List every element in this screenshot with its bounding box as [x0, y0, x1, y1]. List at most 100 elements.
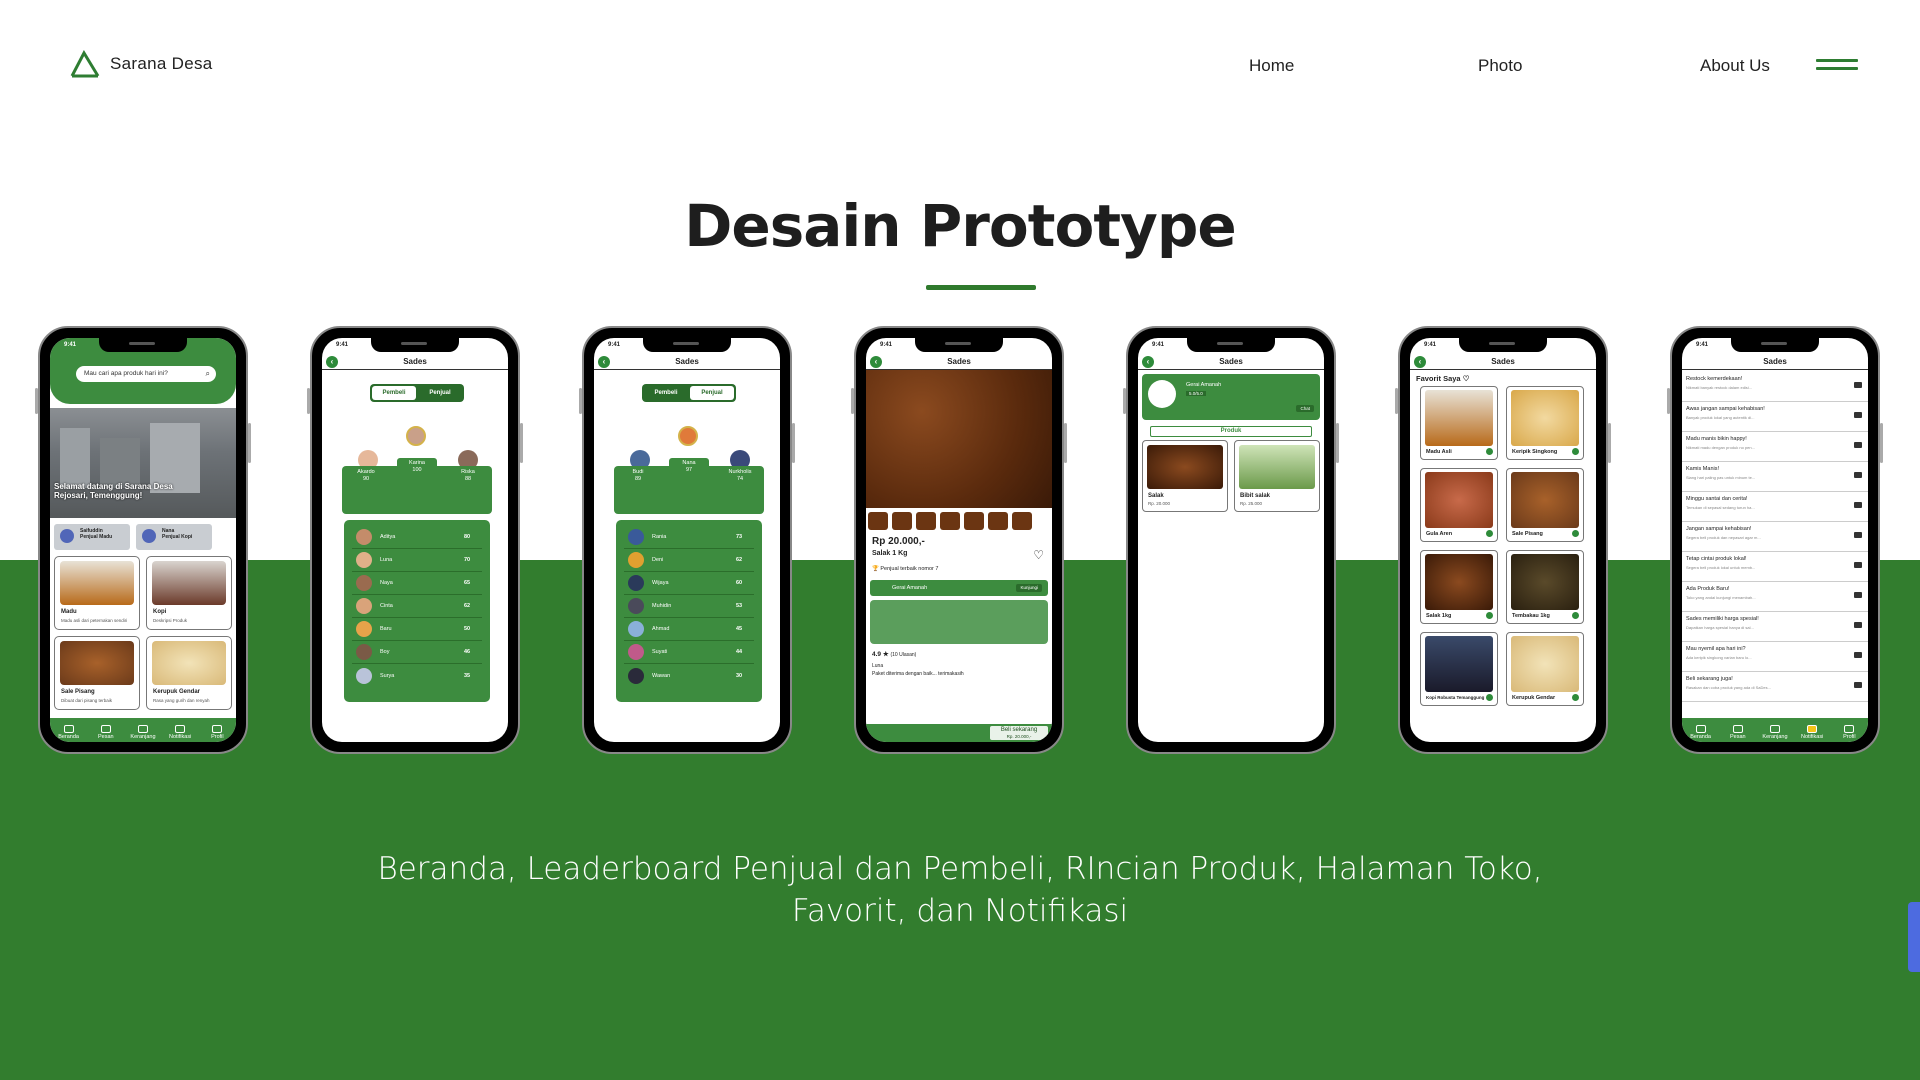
tab-profil[interactable]: Profil	[1832, 725, 1866, 740]
caption: Beranda, Leaderboard Penjual dan Pembeli…	[377, 851, 1543, 929]
favorite-card[interactable]: Kerupuk Gendar	[1506, 632, 1584, 706]
notification-item[interactable]: Restock kemerdekaan! Nikmati banyak resto…	[1682, 372, 1868, 402]
app-bar: ‹ Sades	[1410, 354, 1596, 370]
notification-item[interactable]: Jangan sampai kehabisan! Segera beli prod…	[1682, 522, 1868, 552]
nav-about-us[interactable]: About Us	[1700, 56, 1770, 76]
profile-icon	[1844, 725, 1855, 733]
back-arrow-icon[interactable]: ‹	[870, 356, 882, 368]
list-item: Deni 62	[624, 549, 754, 572]
tab-keranjang[interactable]: Keranjang	[126, 725, 160, 740]
tab-beranda[interactable]: Beranda	[52, 725, 86, 740]
bottom-tabbar: Beranda Pesan Keranjang Notifikasi Profi…	[1682, 718, 1868, 742]
app-bar: Sades	[1682, 354, 1868, 370]
tab-notifikasi[interactable]: Notifikasi	[163, 725, 197, 740]
mail-icon	[1854, 562, 1862, 568]
seller-chip[interactable]: Nana Penjual Kopi	[136, 524, 212, 550]
notification-item[interactable]: Beli sekarang juga! Rasakan dan coba prod…	[1682, 672, 1868, 702]
village-banner	[50, 408, 236, 518]
tab-beranda[interactable]: Beranda	[1684, 725, 1718, 740]
back-arrow-icon[interactable]: ‹	[598, 356, 610, 368]
favorites-title: Favorit Saya ♡	[1416, 374, 1470, 383]
product-thumbnail[interactable]	[940, 512, 960, 530]
favorite-card[interactable]: Sale Pisang	[1506, 468, 1584, 542]
screen-favorit: 9:41 ‹ Sades Favorit Saya ♡ Madu Asli Ker…	[1410, 338, 1596, 742]
tab-keranjang[interactable]: Keranjang	[1758, 725, 1792, 740]
list-item: Muhidin 53	[624, 595, 754, 618]
notification-item[interactable]: Sades memiliki harga spesial! Dapatkan ha…	[1682, 612, 1868, 642]
notification-subtitle: Segera beli produk dan nepasari agar m..…	[1686, 535, 1761, 540]
toggle-pembeli[interactable]: Pembeli	[372, 386, 416, 400]
product-card[interactable]: Sale Pisang Dibuat dari pisang terbaik	[54, 636, 140, 710]
product-card[interactable]: Salak Rp. 20.000	[1142, 440, 1228, 512]
favorite-card[interactable]: Keripik Singkong	[1506, 386, 1584, 460]
notification-item[interactable]: Tetap cintai produk lokal! Segera beli pr…	[1682, 552, 1868, 582]
hamburger-menu-icon[interactable]	[1816, 59, 1858, 73]
app-bar: ‹ Sades	[594, 354, 780, 370]
notification-item[interactable]: Minggu santai dan cerita! Temukan di sepa…	[1682, 492, 1868, 522]
seller-list: Saifuddin Penjual Madu Nana Penjual Kopi	[54, 524, 212, 550]
product-card[interactable]: Madu Madu asli dari peternakan sendiri	[54, 556, 140, 630]
back-arrow-icon[interactable]: ‹	[326, 356, 338, 368]
home-icon	[1695, 725, 1706, 733]
product-thumbnail[interactable]	[964, 512, 984, 530]
product-thumbnail[interactable]	[988, 512, 1008, 530]
favorite-card[interactable]: Gula Aren	[1420, 468, 1498, 542]
product-card[interactable]: Kopi Deskripsi Produk	[146, 556, 232, 630]
favorite-card[interactable]: Tembakau 1kg	[1506, 550, 1584, 624]
avatar	[406, 426, 426, 446]
screen-leaderboard-penjual: 9:41 ‹ Sades Pembeli Penjual Nana 97 Budi…	[594, 338, 780, 742]
visit-store-button[interactable]: Kunjungi	[1016, 584, 1042, 592]
chat-button[interactable]: Chat	[1296, 405, 1314, 412]
list-item: Wijaya 60	[624, 572, 754, 595]
toggle-penjual[interactable]: Penjual	[690, 386, 734, 400]
avatar	[356, 598, 372, 614]
product-thumbnail[interactable]	[892, 512, 912, 530]
phone-favorit: 9:41 ‹ Sades Favorit Saya ♡ Madu Asli Ker…	[1395, 326, 1611, 754]
brand-name: Sarana Desa	[110, 54, 213, 73]
mail-icon	[1854, 652, 1862, 658]
notification-item[interactable]: Mau nyemil apa hari ini? Ada keripik sing…	[1682, 642, 1868, 672]
toggle-pembeli[interactable]: Pembeli	[644, 386, 688, 400]
tab-pesan[interactable]: Pesan	[89, 725, 123, 740]
tab-profil[interactable]: Profil	[200, 725, 234, 740]
brand-logo[interactable]: Sarana Desa	[70, 50, 213, 78]
toggle-penjual[interactable]: Penjual	[418, 386, 462, 400]
avatar	[142, 529, 156, 543]
notification-item[interactable]: Ada Produk Baru! Toko yang andai kunjungi…	[1682, 582, 1868, 612]
back-arrow-icon[interactable]: ‹	[1414, 356, 1426, 368]
favorite-card[interactable]: Madu Asli	[1420, 386, 1498, 460]
product-thumbnail[interactable]	[916, 512, 936, 530]
tab-notifikasi[interactable]: Notifikasi	[1795, 725, 1829, 740]
seller-chip[interactable]: Saifuddin Penjual Madu	[54, 524, 130, 550]
scroll-tab[interactable]	[1908, 902, 1920, 972]
home-icon	[63, 725, 74, 733]
favorite-card[interactable]: Kopi Robusta Temanggung	[1420, 632, 1498, 706]
nav-photo[interactable]: Photo	[1478, 56, 1522, 76]
product-card[interactable]: Kerupuk Gendar Rasa yang gurih dan renya…	[146, 636, 232, 710]
tab-pesan[interactable]: Pesan	[1721, 725, 1755, 740]
nav-home[interactable]: Home	[1249, 56, 1294, 76]
product-image	[152, 641, 226, 685]
tab-produk[interactable]: Produk	[1150, 426, 1312, 437]
notification-item[interactable]: Awas jangan sampai kehabisan! Banyak prod…	[1682, 402, 1868, 432]
search-icon: ⌕	[205, 369, 210, 378]
product-thumbnail[interactable]	[1012, 512, 1032, 530]
back-arrow-icon[interactable]: ‹	[1142, 356, 1154, 368]
search-input[interactable]: Mau cari apa produk hari ini? ⌕	[76, 366, 216, 382]
avatar	[628, 644, 644, 660]
favorite-card[interactable]: Salak 1kg	[1420, 550, 1498, 624]
product-card[interactable]: Bibit salak Rp. 25.000	[1234, 440, 1320, 512]
product-image	[60, 641, 134, 685]
title-underline	[926, 285, 1036, 290]
notification-subtitle: Dapatkan harga spesial hanya di sal...	[1686, 625, 1754, 630]
product-thumbnail[interactable]	[868, 512, 888, 530]
product-image	[152, 561, 226, 605]
notification-item[interactable]: Kamis Manis! Siang hari paling pas untuk …	[1682, 462, 1868, 492]
notification-title: Ada Produk Baru!	[1686, 586, 1730, 592]
heart-icon[interactable]: ♡	[1033, 548, 1044, 562]
list-item: Ahmad 45	[624, 618, 754, 641]
buy-now-button[interactable]: Beli sekarang Rp. 20.000,-	[990, 726, 1048, 740]
notification-item[interactable]: Madu manis bikin happy! Nikmati madu deng…	[1682, 432, 1868, 462]
heart-icon	[1572, 530, 1579, 537]
notification-title: Minggu santai dan cerita!	[1686, 496, 1748, 502]
